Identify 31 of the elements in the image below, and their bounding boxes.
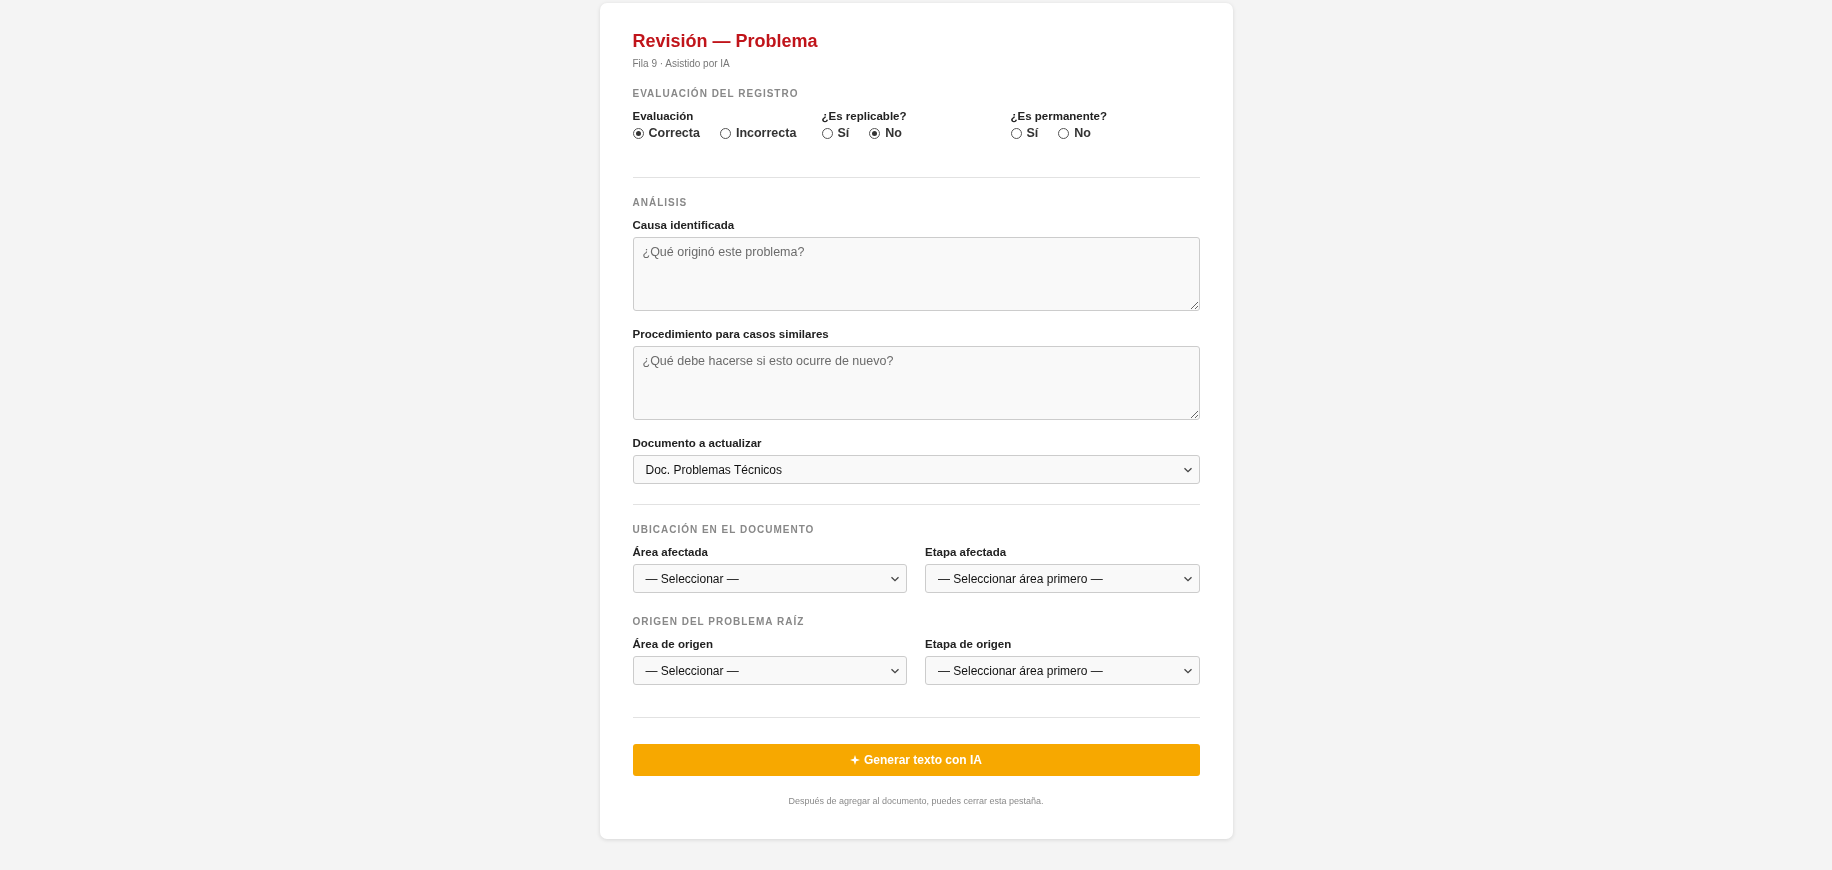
- field-label: Etapa de origen: [925, 638, 1013, 650]
- section-heading: ORIGEN DEL PROBLEMA RAÍZ: [632, 616, 806, 627]
- dropdown[interactable]: — Seleccionar área primero —: [925, 656, 1200, 685]
- field-label: Área afectada: [632, 546, 709, 558]
- dropdown[interactable]: — Seleccionar —: [632, 656, 907, 685]
- footer-note: Después de agregar al documento, puedes cerrar esta pestaña.: [787, 796, 1045, 806]
- radio-option[interactable]: No: [869, 126, 902, 140]
- section-heading: ANÁLISIS: [632, 197, 689, 208]
- radio-option[interactable]: Sí: [821, 126, 850, 140]
- text-area[interactable]: ¿Qué originó este problema?: [632, 237, 1200, 311]
- dropdown[interactable]: Doc. Problemas Técnicos: [632, 455, 1200, 484]
- field-label: Área de origen: [632, 638, 715, 650]
- radio-option[interactable]: No: [1058, 126, 1091, 140]
- field-label: Documento a actualizar: [632, 437, 763, 449]
- question-label: ¿Es replicable?: [821, 110, 908, 122]
- text-area[interactable]: ¿Qué debe hacerse si esto ocurre de nuevo?: [632, 346, 1200, 420]
- question-label: ¿Es permanente?: [1010, 110, 1108, 122]
- question-label: Evaluación: [632, 110, 695, 122]
- section-heading: UBICACIÓN EN EL DOCUMENTO: [632, 524, 816, 535]
- radio-option[interactable]: Sí: [1010, 126, 1039, 140]
- dropdown[interactable]: — Seleccionar —: [632, 564, 907, 593]
- radio-option[interactable]: Correcta: [632, 126, 700, 140]
- field-label: Causa identificada: [632, 219, 736, 231]
- field-label: Etapa afectada: [925, 546, 1008, 558]
- sparkle-icon: [850, 755, 860, 765]
- section-heading: EVALUACIÓN DEL REGISTRO: [632, 88, 800, 99]
- field-label: Procedimiento para casos similares: [632, 328, 830, 340]
- radio-option[interactable]: Incorrecta: [719, 126, 797, 140]
- form-subtitle: Fila 9 · Asistido por IA: [632, 58, 731, 69]
- dropdown[interactable]: — Seleccionar área primero —: [925, 564, 1200, 593]
- form-title: Revisión — Problema: [632, 30, 819, 53]
